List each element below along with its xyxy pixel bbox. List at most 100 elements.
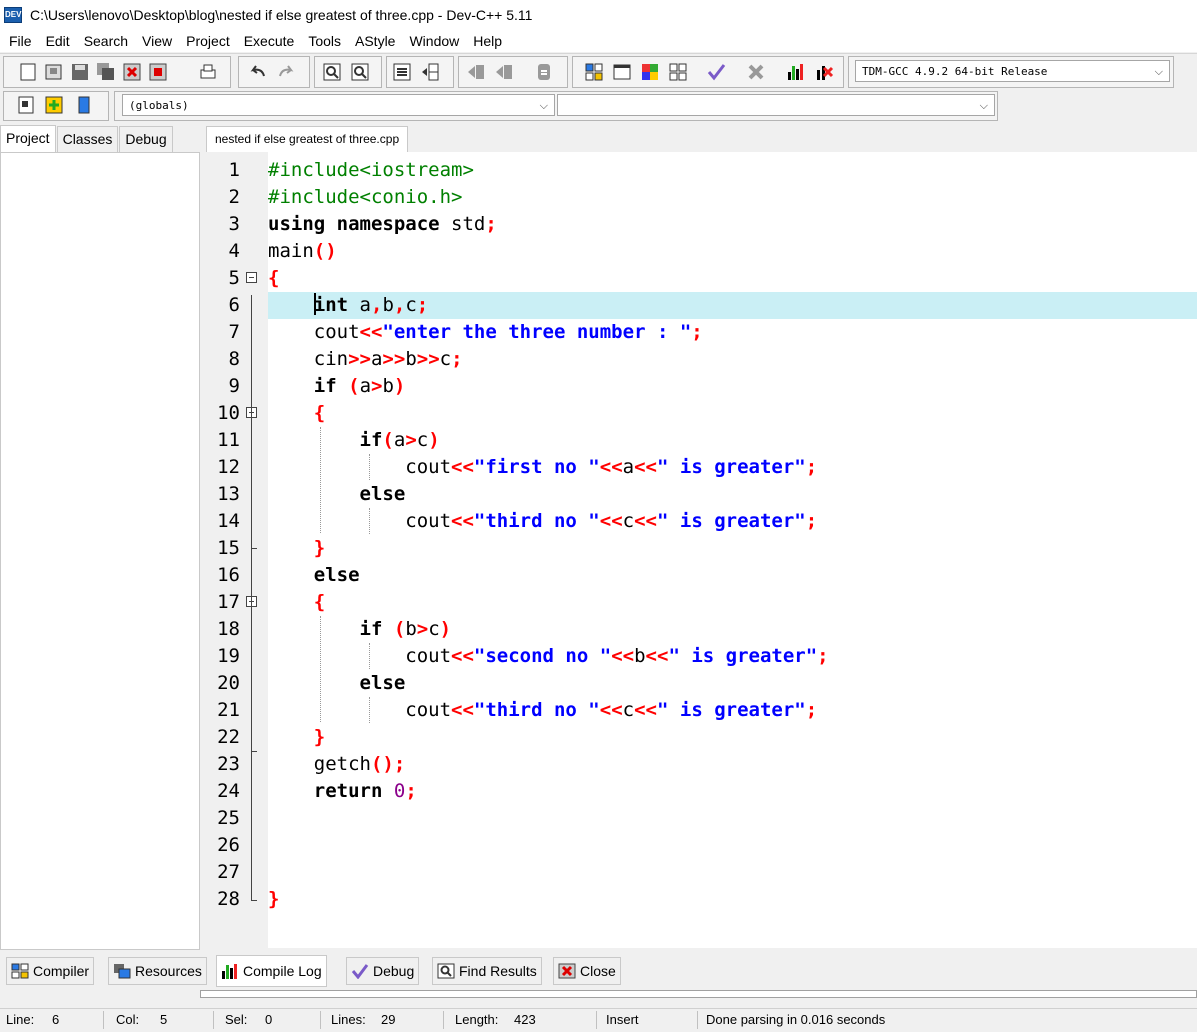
save-icon[interactable] xyxy=(70,62,90,82)
line-number: 4 xyxy=(206,238,240,265)
chevron-down-icon: ⌵ xyxy=(1155,61,1163,83)
code-line-18: if (b>c) xyxy=(268,616,1197,643)
syntax-check-icon[interactable] xyxy=(706,62,726,82)
close-file-icon[interactable] xyxy=(122,62,142,82)
gutter-line: 10 xyxy=(206,400,268,427)
line-number: 25 xyxy=(206,805,240,832)
gutter-line: 25 xyxy=(206,805,268,832)
menu-edit[interactable]: Edit xyxy=(39,30,77,52)
run-icon[interactable] xyxy=(612,62,632,82)
code-editor[interactable]: 1 2 3 4 5 6 7 8 9 10 11 12 13 14 15 16 1… xyxy=(206,152,1197,948)
indent-icon[interactable] xyxy=(392,62,412,82)
left-panel: Project Classes Debug xyxy=(0,126,200,950)
menu-view[interactable]: View xyxy=(135,30,179,52)
menu-execute[interactable]: Execute xyxy=(237,30,302,52)
tab-compile-log[interactable]: Compile Log xyxy=(216,955,327,987)
save-all-icon[interactable] xyxy=(96,62,116,82)
compile-icon[interactable] xyxy=(584,62,604,82)
editor-tab[interactable]: nested if else greatest of three.cpp xyxy=(206,126,408,153)
gutter-line: 6 xyxy=(206,292,268,319)
project-options-icon[interactable] xyxy=(74,95,94,115)
tab-label: Close xyxy=(580,963,616,979)
code-token: std xyxy=(440,213,486,235)
gutter-line: 7 xyxy=(206,319,268,346)
status-divider xyxy=(697,1011,698,1029)
status-length-label: Length: xyxy=(455,1009,498,1031)
gutter-line: 27 xyxy=(206,859,268,886)
code-line-3: using namespace std; xyxy=(268,211,1197,238)
tab-debug[interactable]: Debug xyxy=(119,126,172,152)
tab-debug-output[interactable]: Debug xyxy=(346,957,419,985)
menu-tools[interactable]: Tools xyxy=(301,30,348,52)
new-project-icon[interactable] xyxy=(16,95,36,115)
gutter-line: 9 xyxy=(206,373,268,400)
code-token: " is greater" xyxy=(668,645,817,667)
compiler-select[interactable]: TDM-GCC 4.9.2 64-bit Release ⌵ xyxy=(855,60,1170,82)
fold-end-tick xyxy=(251,751,257,752)
tab-classes[interactable]: Classes xyxy=(57,126,119,152)
add-to-project-icon[interactable] xyxy=(44,95,64,115)
tab-find-results[interactable]: Find Results xyxy=(432,957,542,985)
code-line-25 xyxy=(268,805,1197,832)
code-line-10: { xyxy=(268,400,1197,427)
rebuild-all-icon[interactable] xyxy=(668,62,688,82)
tab-compiler[interactable]: Compiler xyxy=(6,957,94,985)
menu-file[interactable]: File xyxy=(0,30,39,52)
line-number: 1 xyxy=(206,157,240,184)
goto-line-icon[interactable] xyxy=(420,62,440,82)
print-icon[interactable] xyxy=(198,62,218,82)
line-number: 8 xyxy=(206,346,240,373)
code-token: "third no " xyxy=(474,699,600,721)
code-token: "enter the three number : " xyxy=(382,321,691,343)
gutter-line: 13 xyxy=(206,481,268,508)
compile-progress-bar xyxy=(200,990,1197,998)
code-line-23: getch(); xyxy=(268,751,1197,778)
fold-toggle-icon[interactable] xyxy=(246,272,257,283)
code-token: 0 xyxy=(394,780,405,802)
status-length-value: 423 xyxy=(514,1009,536,1031)
menu-window[interactable]: Window xyxy=(402,30,466,52)
prev-bookmark-icon[interactable] xyxy=(466,62,486,82)
line-number: 6 xyxy=(206,292,240,319)
stop-execution-icon[interactable] xyxy=(746,62,766,82)
status-divider xyxy=(443,1011,444,1029)
replace-icon[interactable] xyxy=(350,62,370,82)
scope-select[interactable]: (globals) ⌵ xyxy=(122,94,555,116)
undo-icon[interactable] xyxy=(248,62,268,82)
delete-profile-icon[interactable] xyxy=(814,62,834,82)
code-line-16: else xyxy=(268,562,1197,589)
code-token: "first no " xyxy=(474,456,600,478)
next-bookmark-icon[interactable] xyxy=(494,62,514,82)
menu-project[interactable]: Project xyxy=(179,30,237,52)
code-line-17: { xyxy=(268,589,1197,616)
code-line-9: if (a>b) xyxy=(268,373,1197,400)
close-all-icon[interactable] xyxy=(148,62,168,82)
menu-astyle[interactable]: AStyle xyxy=(348,30,402,52)
compile-run-icon[interactable] xyxy=(640,62,660,82)
debug-check-icon xyxy=(351,963,369,979)
profile-icon[interactable] xyxy=(786,62,806,82)
tab-project[interactable]: Project xyxy=(0,125,56,153)
find-icon[interactable] xyxy=(322,62,342,82)
open-file-icon[interactable] xyxy=(44,62,64,82)
title-bar: DEV C:\Users\lenovo\Desktop\blog\nested … xyxy=(0,0,1197,30)
member-select[interactable]: ⌵ xyxy=(557,94,995,116)
compile-log-icon xyxy=(221,963,239,979)
gutter-line: 14 xyxy=(206,508,268,535)
chevron-down-icon: ⌵ xyxy=(540,95,548,117)
tab-label: Compiler xyxy=(33,963,89,979)
tab-resources[interactable]: Resources xyxy=(108,957,207,985)
code-line-28: } xyxy=(268,886,1197,913)
menu-search[interactable]: Search xyxy=(77,30,135,52)
tab-close[interactable]: Close xyxy=(553,957,621,985)
new-file-icon[interactable] xyxy=(18,62,38,82)
gutter-line: 3 xyxy=(206,211,268,238)
redo-icon[interactable] xyxy=(276,62,296,82)
line-number: 28 xyxy=(206,886,240,913)
code-line-1: #include<iostream> xyxy=(268,157,1197,184)
code-line-7: cout<<"enter the three number : "; xyxy=(268,319,1197,346)
menu-help[interactable]: Help xyxy=(466,30,509,52)
toggle-bookmark-icon[interactable] xyxy=(534,62,554,82)
code-line-21: cout<<"third no "<<c<<" is greater"; xyxy=(268,697,1197,724)
project-tree[interactable] xyxy=(0,152,200,950)
